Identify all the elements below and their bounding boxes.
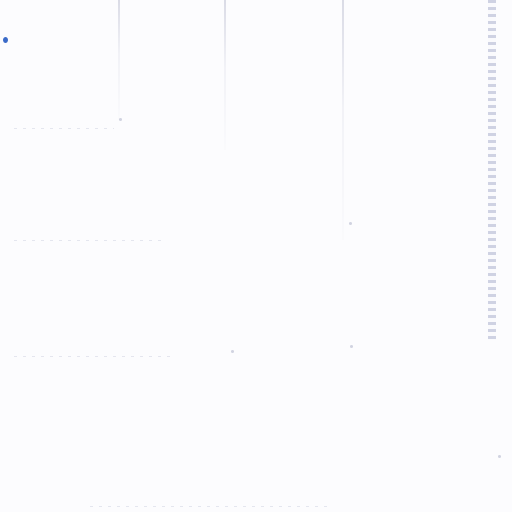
faint-dot: [498, 455, 501, 458]
scrollbar-track[interactable]: [488, 0, 496, 340]
faint-dot: [119, 118, 122, 121]
row-separator: [14, 240, 164, 241]
faint-dot: [349, 222, 352, 225]
column-divider: [118, 0, 120, 120]
column-divider: [224, 0, 226, 150]
row-separator: [14, 356, 174, 357]
row-separator: [14, 128, 114, 129]
column-divider: [342, 0, 344, 240]
row-separator: [90, 506, 330, 507]
cursor-mark-icon: [3, 37, 8, 43]
faint-dot: [350, 345, 353, 348]
blank-screen: [0, 0, 512, 512]
faint-dot: [231, 350, 234, 353]
